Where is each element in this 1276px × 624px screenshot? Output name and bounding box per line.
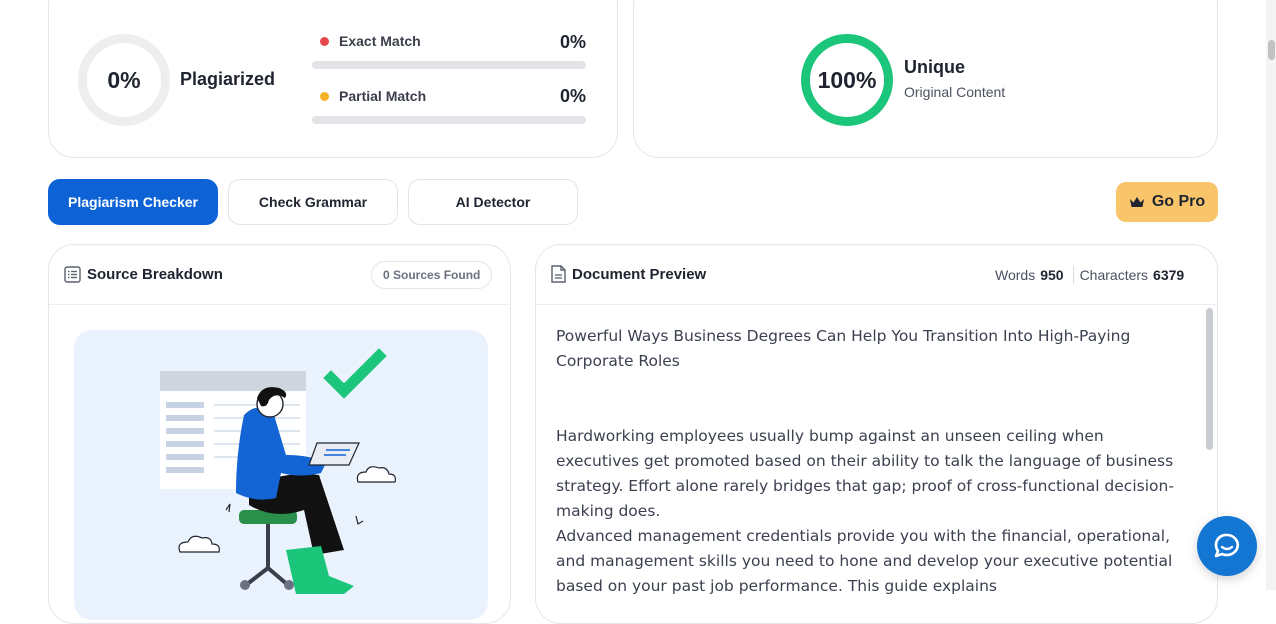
go-pro-button[interactable]: Go Pro (1116, 182, 1218, 222)
exact-match-dot (320, 37, 329, 46)
sources-found-badge: 0 Sources Found (371, 261, 493, 289)
exact-match-bar (312, 61, 586, 69)
characters-label: Characters (1079, 267, 1149, 283)
tab-ai-detector[interactable]: AI Detector (408, 179, 578, 225)
go-pro-label: Go Pro (1151, 193, 1206, 210)
chat-button[interactable] (1197, 516, 1257, 576)
tab-check-grammar[interactable]: Check Grammar (228, 179, 398, 225)
document-preview-title: Document Preview (572, 266, 707, 283)
plagiarism-percent: 0% (107, 66, 141, 93)
plagiarized-label: Plagiarized (180, 69, 276, 89)
list-icon (64, 266, 81, 283)
stats-divider (1072, 266, 1074, 284)
page-scrollbar[interactable] (1268, 40, 1275, 60)
unique-percent: 100% (817, 66, 877, 93)
unique-label: Unique (904, 57, 965, 77)
words-value: 950 (1040, 267, 1064, 283)
document-scrollbar[interactable] (1206, 308, 1213, 450)
tab-plagiarism-checker[interactable]: Plagiarism Checker (48, 179, 218, 225)
document-paragraph: Advanced management credentials provide … (556, 527, 1173, 595)
source-breakdown-title: Source Breakdown (87, 266, 223, 283)
exact-match-value: 0% (559, 32, 586, 52)
document-icon (551, 265, 566, 283)
chat-bubble-icon (1214, 533, 1240, 558)
original-content-label: Original Content (904, 84, 1006, 100)
unique-ring: 100% (801, 34, 893, 126)
partial-match-bar (312, 116, 586, 124)
words-label: Words (995, 267, 1036, 283)
no-plagiarism-illustration (74, 330, 488, 620)
unique-summary-card (633, 0, 1218, 158)
crown-icon (1129, 197, 1144, 207)
partial-match-value: 0% (559, 86, 586, 106)
person-with-laptop-illustration (160, 348, 396, 594)
document-stats: Words 950 Characters 6379 (995, 266, 1184, 284)
document-paragraph: Hardworking employees usually bump again… (556, 427, 1174, 520)
document-heading: Powerful Ways Business Degrees Can Help … (556, 327, 1131, 370)
exact-match-label: Exact Match (339, 33, 421, 49)
partial-match-label: Partial Match (339, 88, 427, 104)
plagiarism-ring: 0% (78, 34, 170, 126)
document-text: Powerful Ways Business Degrees Can Help … (556, 324, 1176, 599)
partial-match-dot (320, 92, 329, 101)
characters-value: 6379 (1153, 267, 1185, 283)
page-scrollbar-track (1266, 0, 1276, 590)
